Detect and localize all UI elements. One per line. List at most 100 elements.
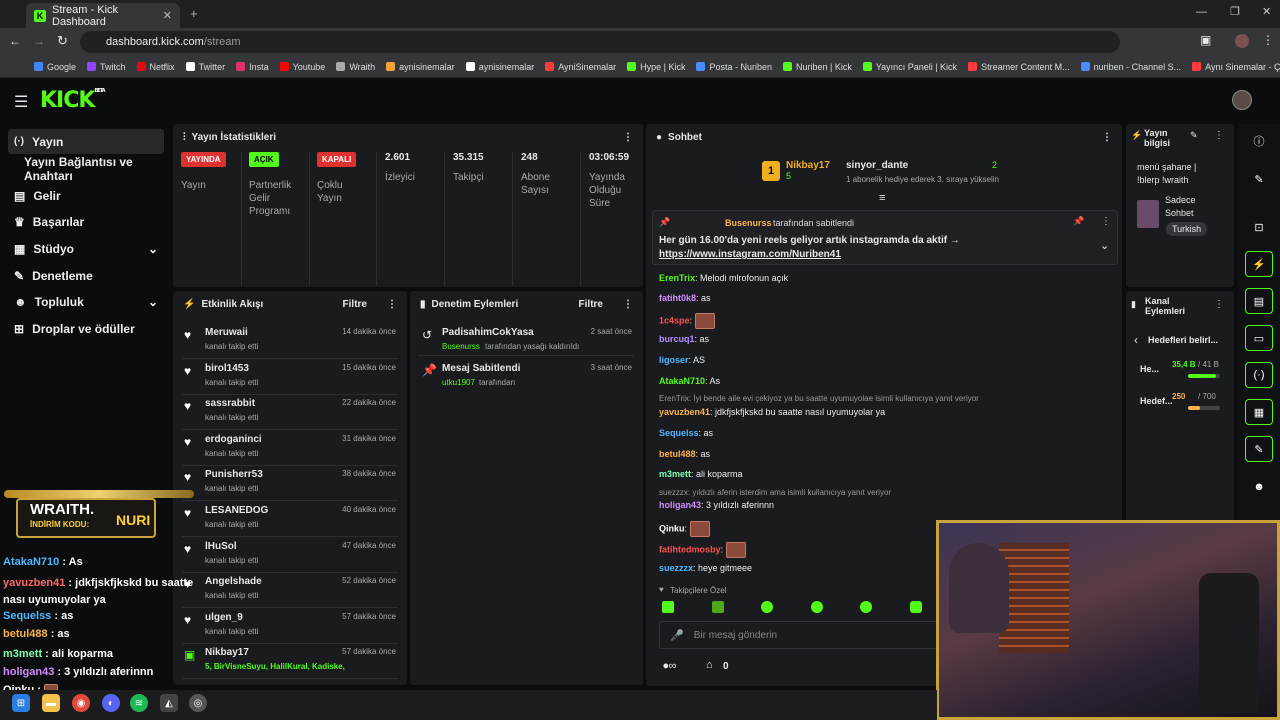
info-circle-icon[interactable]: ⓘ — [1245, 128, 1273, 154]
microphone-icon[interactable]: 🎤 — [670, 629, 684, 642]
moderation-menu-icon[interactable]: ⋮ — [623, 299, 633, 310]
lightning-rail-icon[interactable]: ⚡ — [1245, 251, 1273, 277]
edit-icon[interactable]: ✎ — [1190, 130, 1198, 141]
activity-filter-button[interactable]: Filtre — [343, 299, 367, 310]
broadcast-rail-icon[interactable]: (·) — [1245, 362, 1273, 388]
emote-icon[interactable] — [909, 601, 922, 613]
points-icon[interactable]: ⦁∞ — [663, 660, 676, 673]
emote-icon[interactable] — [662, 601, 674, 613]
bookmark-item[interactable]: Streamer Content M... — [968, 62, 1070, 72]
pinned-link[interactable]: https://www.instagram.com/Nuriben41 — [659, 249, 841, 260]
bookmark-item[interactable]: aynisinemalar — [386, 62, 455, 72]
bookmark-item[interactable]: nuriben - Channel S... — [1080, 62, 1181, 72]
chat-message[interactable]: ligoser: AS — [659, 355, 705, 365]
url-bar[interactable]: dashboard.kick.com/stream — [80, 31, 1120, 53]
spotify-icon[interactable]: ≋ — [130, 694, 148, 712]
activity-item[interactable]: ♥ lHuSol kanalı takip etti 47 dakika önce — [182, 538, 398, 573]
chat-username[interactable]: ligoser — [659, 355, 689, 365]
file-explorer-icon[interactable]: ▬ — [42, 694, 60, 712]
chat-message[interactable]: burcuq1: as — [659, 334, 709, 344]
chat-message[interactable]: yavuzben41: jdkfjskfjkskd bu saatte nası… — [659, 407, 885, 417]
pinned-menu-icon[interactable]: ⋮ — [1101, 216, 1111, 227]
chat-message[interactable]: betul488: as — [659, 449, 710, 459]
chat-username[interactable]: fatiht0k8 — [659, 293, 696, 303]
chat-username[interactable]: betul488 — [659, 449, 696, 459]
bookmark-item[interactable]: AyniSinemalar — [545, 62, 616, 72]
minimize-icon[interactable]: — — [1196, 6, 1207, 18]
chat-username[interactable]: m3mett — [659, 469, 691, 479]
chat-username[interactable]: fatihtedmosby — [659, 544, 721, 554]
menu-kebab-icon[interactable]: ⋮ — [1262, 33, 1274, 47]
reload-icon[interactable]: ↻ — [57, 33, 68, 49]
activity-item[interactable]: ♥ Punisherr53 kanalı takip etti 38 dakika ö… — [182, 466, 398, 502]
activity-menu-icon[interactable]: ⋮ — [387, 299, 397, 310]
users-rail-icon[interactable]: ☻ — [1245, 474, 1273, 500]
pinned-message[interactable]: 📌 Busenurss tarafından sabitlendi 📌 ⋮ He… — [652, 210, 1118, 265]
moderation-rail-icon[interactable]: ▦ — [1245, 399, 1273, 425]
bookmark-item[interactable]: Twitter — [185, 62, 225, 72]
activity-item[interactable]: ♥ sassrabbit kanalı takip etti 22 dakika ön… — [182, 395, 398, 431]
scroll-down-icon[interactable]: ≡ — [879, 192, 885, 204]
emote-icon[interactable] — [761, 601, 774, 613]
chat-message[interactable]: AtakaN710: As — [659, 376, 720, 386]
chat-message[interactable]: 1c4spe: — [659, 313, 715, 329]
chat-message[interactable]: fatiht0k8: as — [659, 293, 711, 303]
extensions-icon[interactable]: ▣ — [1200, 33, 1211, 47]
browser-tab[interactable]: K Stream - Kick Dashboard ✕ — [26, 3, 180, 28]
info-menu-icon[interactable]: ⋮ — [1214, 130, 1224, 141]
chat-username[interactable]: yavuzben41 — [659, 407, 710, 417]
sidebar-item-topluluk[interactable]: ☻ Topluluk ⌄ — [8, 289, 164, 314]
bookmark-item[interactable]: Nuriben | Kick — [782, 62, 852, 72]
chat-username[interactable]: burcuq1 — [659, 334, 695, 344]
user-avatar[interactable] — [1232, 90, 1252, 110]
windows-start-icon[interactable]: ⊞ — [12, 694, 30, 712]
forward-icon[interactable]: → — [33, 34, 45, 48]
chrome-icon[interactable]: ◉ — [72, 694, 90, 712]
sidebar-item-droplar[interactable]: ⊞ Droplar ve ödüller — [8, 316, 178, 341]
unpin-icon[interactable]: 📌 — [1073, 216, 1084, 227]
activity-item[interactable]: ♥ LESANEDOG kanalı takip etti 40 dakika önc… — [182, 502, 398, 537]
document-rail-icon[interactable]: ▤ — [1245, 288, 1273, 314]
maximize-icon[interactable]: ❐ — [1230, 5, 1240, 18]
emote-icon[interactable] — [860, 601, 873, 613]
back-icon[interactable]: ← — [9, 34, 21, 48]
bookmark-item[interactable]: Yayıncı Paneli | Kick — [862, 62, 957, 72]
sidebar-item-basarilar[interactable]: ♛ Başarılar — [8, 209, 164, 234]
wrench-rail-icon[interactable]: ✎ — [1245, 436, 1273, 462]
activity-item[interactable]: ♥ ulgen_9 kanalı takip etti 57 dakika önce — [182, 609, 398, 644]
discord-icon[interactable]: ◐ — [102, 694, 120, 712]
chat-message[interactable]: Sequelss: as — [659, 428, 713, 438]
chat-username[interactable]: AtakaN710 — [659, 376, 705, 386]
sidebar-item-gelir[interactable]: ▤ Gelir — [8, 183, 164, 208]
goal-item[interactable]: Hedef... 250 / 700 — [1140, 392, 1224, 418]
bookmark-item[interactable]: Twitch — [87, 62, 126, 72]
new-tab-icon[interactable]: + — [190, 6, 198, 21]
emote-icon[interactable] — [711, 601, 724, 613]
expand-chevron-icon[interactable]: ⌄ — [1100, 239, 1109, 252]
pencil-icon[interactable]: ✎ — [1245, 166, 1273, 192]
chat-message[interactable]: m3mett: ali koparma — [659, 469, 743, 479]
chat-message[interactable]: suezzzx: heye gitmeee — [659, 563, 752, 573]
moderation-filter-button[interactable]: Filtre — [579, 299, 603, 310]
chat-message[interactable]: ErenTrix: Melodi mlrofonun açık — [659, 273, 788, 283]
moderation-item[interactable]: 📌 Mesaj Sabitlendi 3 saat önce utku1907 … — [418, 360, 634, 392]
chat-username[interactable]: ErenTrix — [659, 273, 695, 283]
activity-item[interactable]: ♥ erdoganinci kanalı takip etti 31 dakika ö… — [182, 431, 398, 466]
chat-username[interactable]: Sequelss — [659, 428, 699, 438]
stats-menu-icon[interactable]: ⋮ — [623, 132, 633, 143]
hamburger-menu-icon[interactable]: ☰ — [14, 92, 28, 112]
app-icon[interactable]: ◭ — [160, 694, 178, 712]
chat-username[interactable]: holigan43 — [659, 500, 701, 510]
sidebar-item-studyo[interactable]: ▦ Stüdyo ⌄ — [8, 236, 164, 261]
emote-icon[interactable] — [810, 601, 823, 613]
close-window-icon[interactable]: ✕ — [1262, 5, 1271, 18]
chat-message[interactable]: holigan43: 3 yıldızlı aferinnn — [659, 500, 774, 510]
chat-rail-icon[interactable]: ▭ — [1245, 325, 1273, 351]
chat-message[interactable]: fatihtedmosby: — [659, 542, 746, 558]
obs-icon[interactable]: ◎ — [189, 694, 207, 712]
bookmark-item[interactable]: aynisinemalar — [465, 62, 534, 72]
activity-item[interactable]: ▣ Nikbay17 5, BirVisneSuyu, HalilKural, Ka… — [182, 644, 398, 680]
kick-logo[interactable]: KICKBETA — [40, 88, 106, 113]
sidebar-item-stream-key[interactable]: Yayın Bağlantısı ve Anahtarı — [8, 155, 168, 183]
activity-item[interactable]: ♥ birol1453 kanalı takip etti 15 dakika önc… — [182, 360, 398, 395]
